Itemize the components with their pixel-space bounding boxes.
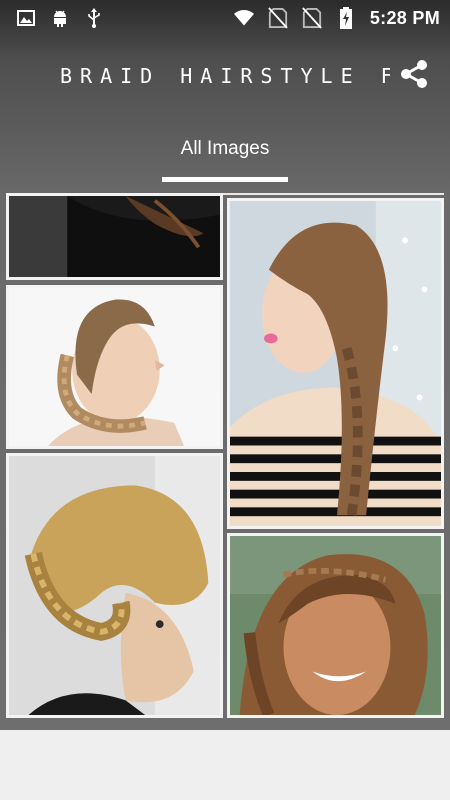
no-sim-icon [268, 7, 288, 29]
clock-time: 5:28 PM [369, 7, 440, 28]
image-tile[interactable] [227, 198, 444, 529]
usb-icon [84, 8, 104, 28]
image-tile[interactable] [6, 453, 223, 718]
image-tile[interactable] [227, 533, 444, 718]
share-icon [398, 58, 430, 95]
image-tile[interactable] [6, 285, 223, 449]
image-tile[interactable] [6, 193, 223, 280]
braid-photo-4 [230, 201, 441, 526]
wifi-icon [233, 8, 254, 28]
braid-photo-5 [230, 536, 441, 715]
braid-photo-1 [9, 196, 220, 277]
image-icon [16, 8, 36, 28]
no-sim-icon [302, 7, 322, 29]
battery-charging-icon [336, 7, 356, 29]
braid-photo-2 [9, 288, 220, 446]
page-title: BRAID HAIRSTYLE FOR... [60, 64, 390, 88]
tab-label: All Images [180, 138, 270, 159]
app-toolbar: BRAID HAIRSTYLE FOR... [0, 44, 450, 108]
app-screen: 5:28 PM BRAID HAIRSTYLE FOR... All Image… [0, 0, 450, 730]
status-bar: 5:28 PM [0, 0, 450, 36]
bottom-bar [0, 730, 450, 800]
tab-all-images[interactable]: All Images [162, 130, 288, 182]
android-icon [50, 8, 70, 28]
tab-indicator [162, 177, 288, 182]
share-button[interactable] [396, 58, 432, 94]
braid-photo-3 [9, 456, 220, 715]
